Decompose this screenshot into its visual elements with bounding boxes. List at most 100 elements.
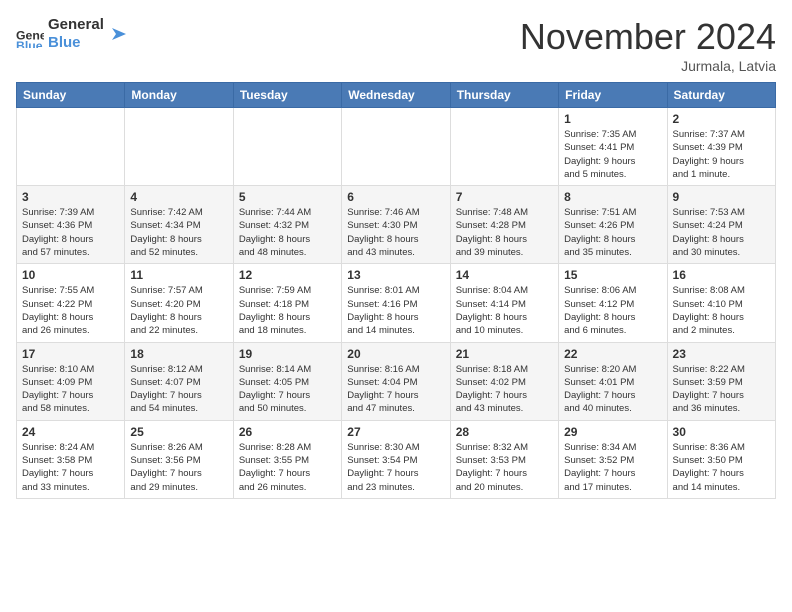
day-info: Sunrise: 8:34 AM Sunset: 3:52 PM Dayligh… xyxy=(564,441,661,494)
day-number: 7 xyxy=(456,190,553,204)
day-cell: 4 Sunrise: 7:42 AM Sunset: 4:34 PM Daylig… xyxy=(125,186,233,264)
day-cell: 1Sunrise: 7:35 AM Sunset: 4:41 PM Daylig… xyxy=(559,108,667,186)
day-info: Sunrise: 7:48 AM Sunset: 4:28 PM Dayligh… xyxy=(456,206,553,259)
day-info: Sunrise: 7:35 AM Sunset: 4:41 PM Dayligh… xyxy=(564,128,661,181)
day-info: Sunrise: 8:22 AM Sunset: 3:59 PM Dayligh… xyxy=(673,363,770,416)
day-cell: 22Sunrise: 8:20 AM Sunset: 4:01 PM Dayli… xyxy=(559,342,667,420)
day-info: Sunrise: 8:04 AM Sunset: 4:14 PM Dayligh… xyxy=(456,284,553,337)
day-cell: 23 Sunrise: 8:22 AM Sunset: 3:59 PM Dayli… xyxy=(667,342,775,420)
day-header-tuesday: Tuesday xyxy=(233,83,341,108)
day-cell: 15 Sunrise: 8:06 AM Sunset: 4:12 PM Dayli… xyxy=(559,264,667,342)
day-cell: 12 Sunrise: 7:59 AM Sunset: 4:18 PM Dayli… xyxy=(233,264,341,342)
day-number: 21 xyxy=(456,347,553,361)
day-info: Sunrise: 8:16 AM Sunset: 4:04 PM Dayligh… xyxy=(347,363,444,416)
day-cell xyxy=(17,108,125,186)
day-number: 23 xyxy=(673,347,770,361)
day-info: Sunrise: 7:59 AM Sunset: 4:18 PM Dayligh… xyxy=(239,284,336,337)
day-info: Sunrise: 8:36 AM Sunset: 3:50 PM Dayligh… xyxy=(673,441,770,494)
day-cell: 6Sunrise: 7:46 AM Sunset: 4:30 PM Daylig… xyxy=(342,186,450,264)
calendar-header-row: SundayMondayTuesdayWednesdayThursdayFrid… xyxy=(17,83,776,108)
day-cell: 17Sunrise: 8:10 AM Sunset: 4:09 PM Dayli… xyxy=(17,342,125,420)
day-number: 4 xyxy=(130,190,227,204)
day-number: 29 xyxy=(564,425,661,439)
day-info: Sunrise: 7:42 AM Sunset: 4:34 PM Dayligh… xyxy=(130,206,227,259)
day-cell: 5 Sunrise: 7:44 AM Sunset: 4:32 PM Daylig… xyxy=(233,186,341,264)
day-number: 19 xyxy=(239,347,336,361)
day-info: Sunrise: 7:57 AM Sunset: 4:20 PM Dayligh… xyxy=(130,284,227,337)
svg-text:Blue: Blue xyxy=(16,39,43,48)
day-info: Sunrise: 7:53 AM Sunset: 4:24 PM Dayligh… xyxy=(673,206,770,259)
day-cell: 13 Sunrise: 8:01 AM Sunset: 4:16 PM Dayli… xyxy=(342,264,450,342)
title-section: November 2024 Jurmala, Latvia xyxy=(520,16,776,74)
day-cell: 20 Sunrise: 8:16 AM Sunset: 4:04 PM Dayli… xyxy=(342,342,450,420)
day-number: 12 xyxy=(239,268,336,282)
day-cell: 30 Sunrise: 8:36 AM Sunset: 3:50 PM Dayli… xyxy=(667,420,775,498)
day-number: 6 xyxy=(347,190,444,204)
day-cell: 19 Sunrise: 8:14 AM Sunset: 4:05 PM Dayli… xyxy=(233,342,341,420)
day-info: Sunrise: 7:55 AM Sunset: 4:22 PM Dayligh… xyxy=(22,284,119,337)
logo-general-text: General xyxy=(48,16,104,34)
day-number: 25 xyxy=(130,425,227,439)
logo-arrow-icon xyxy=(108,24,128,44)
day-cell: 16 Sunrise: 8:08 AM Sunset: 4:10 PM Dayli… xyxy=(667,264,775,342)
calendar-table: SundayMondayTuesdayWednesdayThursdayFrid… xyxy=(16,82,776,499)
day-cell: 9 Sunrise: 7:53 AM Sunset: 4:24 PM Daylig… xyxy=(667,186,775,264)
day-info: Sunrise: 8:26 AM Sunset: 3:56 PM Dayligh… xyxy=(130,441,227,494)
day-info: Sunrise: 8:10 AM Sunset: 4:09 PM Dayligh… xyxy=(22,363,119,416)
week-row-5: 24Sunrise: 8:24 AM Sunset: 3:58 PM Dayli… xyxy=(17,420,776,498)
day-number: 27 xyxy=(347,425,444,439)
day-number: 13 xyxy=(347,268,444,282)
day-number: 16 xyxy=(673,268,770,282)
day-cell: 28Sunrise: 8:32 AM Sunset: 3:53 PM Dayli… xyxy=(450,420,558,498)
logo-blue-text: Blue xyxy=(48,34,104,52)
page-header: General Blue General Blue November 2024 … xyxy=(16,16,776,74)
day-number: 3 xyxy=(22,190,119,204)
week-row-4: 17Sunrise: 8:10 AM Sunset: 4:09 PM Dayli… xyxy=(17,342,776,420)
week-row-2: 3 Sunrise: 7:39 AM Sunset: 4:36 PM Daylig… xyxy=(17,186,776,264)
day-cell: 21Sunrise: 8:18 AM Sunset: 4:02 PM Dayli… xyxy=(450,342,558,420)
day-cell: 25 Sunrise: 8:26 AM Sunset: 3:56 PM Dayli… xyxy=(125,420,233,498)
week-row-1: 1Sunrise: 7:35 AM Sunset: 4:41 PM Daylig… xyxy=(17,108,776,186)
day-info: Sunrise: 8:12 AM Sunset: 4:07 PM Dayligh… xyxy=(130,363,227,416)
day-header-sunday: Sunday xyxy=(17,83,125,108)
day-cell xyxy=(450,108,558,186)
day-cell: 29 Sunrise: 8:34 AM Sunset: 3:52 PM Dayli… xyxy=(559,420,667,498)
day-header-saturday: Saturday xyxy=(667,83,775,108)
day-cell: 14 Sunrise: 8:04 AM Sunset: 4:14 PM Dayli… xyxy=(450,264,558,342)
logo: General Blue General Blue xyxy=(16,16,128,52)
day-info: Sunrise: 8:30 AM Sunset: 3:54 PM Dayligh… xyxy=(347,441,444,494)
day-info: Sunrise: 8:14 AM Sunset: 4:05 PM Dayligh… xyxy=(239,363,336,416)
logo-icon: General Blue xyxy=(16,20,44,48)
day-info: Sunrise: 7:37 AM Sunset: 4:39 PM Dayligh… xyxy=(673,128,770,181)
day-cell: 27 Sunrise: 8:30 AM Sunset: 3:54 PM Dayli… xyxy=(342,420,450,498)
day-info: Sunrise: 8:01 AM Sunset: 4:16 PM Dayligh… xyxy=(347,284,444,337)
day-info: Sunrise: 7:39 AM Sunset: 4:36 PM Dayligh… xyxy=(22,206,119,259)
day-info: Sunrise: 8:32 AM Sunset: 3:53 PM Dayligh… xyxy=(456,441,553,494)
day-cell: 26Sunrise: 8:28 AM Sunset: 3:55 PM Dayli… xyxy=(233,420,341,498)
day-info: Sunrise: 7:44 AM Sunset: 4:32 PM Dayligh… xyxy=(239,206,336,259)
day-number: 15 xyxy=(564,268,661,282)
location: Jurmala, Latvia xyxy=(520,58,776,74)
day-cell: 8Sunrise: 7:51 AM Sunset: 4:26 PM Daylig… xyxy=(559,186,667,264)
day-number: 14 xyxy=(456,268,553,282)
day-number: 26 xyxy=(239,425,336,439)
day-cell: 10Sunrise: 7:55 AM Sunset: 4:22 PM Dayli… xyxy=(17,264,125,342)
day-header-wednesday: Wednesday xyxy=(342,83,450,108)
day-cell xyxy=(342,108,450,186)
day-number: 2 xyxy=(673,112,770,126)
month-title: November 2024 xyxy=(520,16,776,58)
day-number: 5 xyxy=(239,190,336,204)
day-info: Sunrise: 8:20 AM Sunset: 4:01 PM Dayligh… xyxy=(564,363,661,416)
day-cell: 2 Sunrise: 7:37 AM Sunset: 4:39 PM Daylig… xyxy=(667,108,775,186)
day-info: Sunrise: 8:24 AM Sunset: 3:58 PM Dayligh… xyxy=(22,441,119,494)
day-info: Sunrise: 8:06 AM Sunset: 4:12 PM Dayligh… xyxy=(564,284,661,337)
day-cell: 7 Sunrise: 7:48 AM Sunset: 4:28 PM Daylig… xyxy=(450,186,558,264)
day-info: Sunrise: 8:08 AM Sunset: 4:10 PM Dayligh… xyxy=(673,284,770,337)
day-number: 11 xyxy=(130,268,227,282)
day-header-monday: Monday xyxy=(125,83,233,108)
day-number: 9 xyxy=(673,190,770,204)
day-number: 8 xyxy=(564,190,661,204)
day-number: 20 xyxy=(347,347,444,361)
day-number: 30 xyxy=(673,425,770,439)
day-cell: 18Sunrise: 8:12 AM Sunset: 4:07 PM Dayli… xyxy=(125,342,233,420)
